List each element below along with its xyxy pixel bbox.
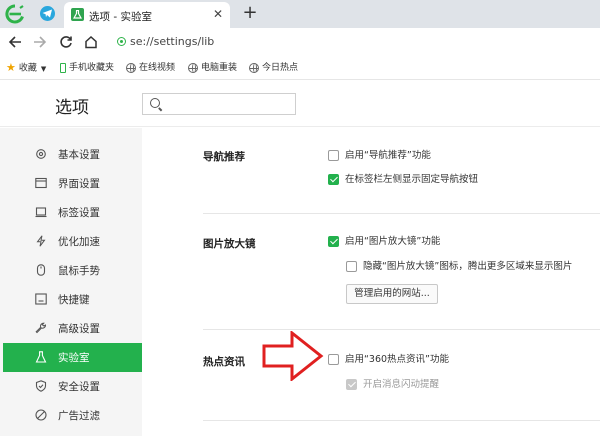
window-icon [35,177,47,189]
navigation-bar: se://settings/lib [0,28,600,56]
wrench-icon [35,322,46,334]
sidebar-item-advanced[interactable]: 高级设置 [3,314,142,343]
section-title-hot-news: 热点资讯 [203,356,245,368]
checkbox-checked[interactable] [328,174,339,185]
tab-title: 选项 - 实验室 [89,11,152,23]
secure-icon [117,37,126,46]
chevron-down-icon: ▼ [40,64,47,73]
pinned-tab-telegram-icon[interactable] [40,6,55,21]
sidebar-item-shortcuts[interactable]: 快捷键 [3,285,142,314]
checkbox[interactable] [328,150,339,161]
gear-icon [36,149,46,159]
url-text: se://settings/lib [130,35,215,48]
search-input[interactable] [165,96,291,112]
globe-icon [249,62,259,73]
flask-icon [35,351,47,363]
red-arrow-annotation-icon [262,331,324,381]
bookmark-online-video[interactable]: 在线视频 [126,61,175,75]
keyboard-icon [35,293,47,305]
browser-logo-icon[interactable] [5,4,25,24]
bookmark-mobile-favorites[interactable]: 手机收藏夹 [60,61,114,75]
sidebar-item-interface[interactable]: 界面设置 [3,169,142,198]
settings-header: 选项 [0,81,600,127]
address-bar[interactable]: se://settings/lib [104,31,600,53]
sidebar-item-mouse-gestures[interactable]: 鼠标手势 [3,256,142,285]
section-divider [203,420,600,421]
new-tab-button[interactable]: + [240,3,260,23]
checkbox-checked[interactable] [328,236,339,247]
sidebar-item-lab[interactable]: 实验室 [3,343,142,372]
manage-enabled-sites-button[interactable]: 管理启用的网站... [346,284,438,304]
flask-icon [71,8,84,21]
checkbox-disabled [346,379,357,390]
star-icon: ★ [6,61,16,74]
sidebar-item-optimize[interactable]: 优化加速 [3,227,142,256]
mouse-icon [36,264,46,276]
globe-icon [188,62,198,73]
reload-icon[interactable] [57,33,75,51]
forward-arrow-icon[interactable] [31,33,49,51]
section-title-nav-recommend: 导航推荐 [203,151,245,163]
block-icon [35,409,47,421]
bookmark-pc-reinstall[interactable]: 电脑重装 [188,61,237,75]
section-divider [203,213,600,214]
page-title: 选项 [55,98,89,118]
phone-icon [60,62,66,73]
back-arrow-icon[interactable] [6,33,24,51]
close-tab-icon[interactable]: ✕ [211,7,225,21]
settings-content: 导航推荐 启用“导航推荐”功能 在标签栏左侧显示固定导航按钮 图片放大镜 启用“… [142,128,600,436]
tab-active[interactable]: 选项 - 实验室 ✕ [64,2,230,28]
bookmark-favorites[interactable]: ★ 收藏 ▼ [6,61,46,75]
sidebar-item-security[interactable]: 安全设置 [3,372,142,401]
checkbox[interactable] [346,261,357,272]
home-icon[interactable] [82,33,100,51]
section-divider [203,329,600,330]
search-icon [150,98,160,108]
bookmark-today-hot[interactable]: 今日热点 [249,61,298,75]
bookmarks-bar: ★ 收藏 ▼ 手机收藏夹 在线视频 电脑重装 今日热点 [0,56,600,80]
section-title-image-magnifier: 图片放大镜 [203,238,256,250]
checkbox[interactable] [328,354,339,365]
settings-sidebar: 基本设置 界面设置 标签设置 优化加速 鼠标手势 快捷键 高级设置 实验室 安全… [0,128,142,436]
tab-strip: 选项 - 实验室 ✕ + [0,0,600,28]
globe-icon [126,62,136,73]
sidebar-item-tabs[interactable]: 标签设置 [3,198,142,227]
settings-search-box[interactable] [142,93,296,115]
shield-icon [35,380,47,392]
lightning-icon [36,235,46,247]
sidebar-item-adblock[interactable]: 广告过滤 [3,401,142,430]
tab-icon [35,207,47,218]
sidebar-item-basic[interactable]: 基本设置 [3,140,142,169]
